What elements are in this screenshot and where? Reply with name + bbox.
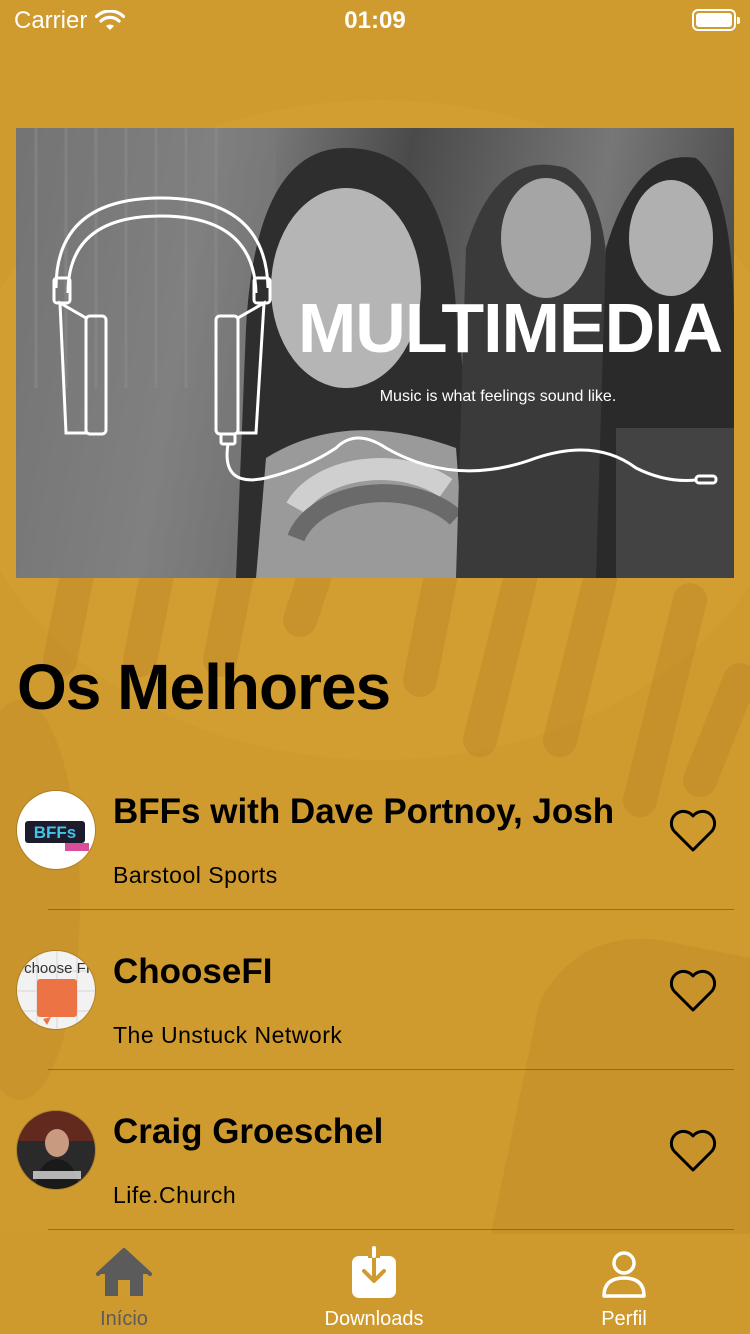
- podcast-artwork: BFFs: [16, 790, 96, 870]
- podcast-art-text: choose FI: [24, 960, 90, 977]
- tab-bar: Início Downloads Perfil: [0, 1234, 750, 1334]
- podcast-artwork: [16, 1110, 96, 1190]
- download-icon: [352, 1246, 396, 1298]
- podcast-author: Life.Church: [113, 1182, 237, 1208]
- status-time: 01:09: [344, 7, 406, 34]
- banner-tagline: Music is what feelings sound like.: [379, 388, 617, 405]
- row-divider: [48, 909, 734, 910]
- section-title: Os Melhores: [17, 651, 391, 723]
- home-icon: [96, 1248, 152, 1296]
- banner[interactable]: MULTIMEDIA Music is what feelings sound …: [16, 128, 734, 578]
- tab-perfil[interactable]: Perfil: [524, 1246, 724, 1334]
- tab-downloads[interactable]: Downloads: [274, 1246, 474, 1334]
- row-divider: [48, 1229, 734, 1230]
- podcast-author: Barstool Sports: [113, 862, 278, 888]
- tab-label: Perfil: [601, 1308, 647, 1330]
- podcast-list: BFFs BFFs with Dave Portnoy, Josh Barsto…: [0, 790, 750, 1270]
- status-bar: Carrier 01:09: [0, 0, 750, 40]
- person-icon: [602, 1251, 646, 1298]
- battery-icon: [692, 9, 740, 31]
- list-item[interactable]: BFFs BFFs with Dave Portnoy, Josh Barsto…: [0, 790, 750, 950]
- banner-title: MULTIMEDIA: [298, 289, 723, 367]
- podcast-artwork: choose FI: [16, 950, 96, 1030]
- podcast-title: Craig Groeschel: [113, 1112, 384, 1151]
- heart-icon[interactable]: [668, 968, 718, 1014]
- tab-inicio[interactable]: Início: [24, 1246, 224, 1334]
- list-item[interactable]: choose FI ChooseFI The Unstuck Network: [0, 950, 750, 1110]
- tab-label: Downloads: [324, 1308, 424, 1330]
- podcast-art-text: BFFs: [34, 823, 77, 842]
- podcast-title: BFFs with Dave Portnoy, Josh: [113, 792, 615, 831]
- row-divider: [48, 1069, 734, 1070]
- tab-label: Início: [100, 1308, 148, 1330]
- podcast-author: The Unstuck Network: [113, 1022, 343, 1048]
- podcast-title: ChooseFI: [113, 952, 273, 991]
- heart-icon[interactable]: [668, 1128, 718, 1174]
- heart-icon[interactable]: [668, 808, 718, 854]
